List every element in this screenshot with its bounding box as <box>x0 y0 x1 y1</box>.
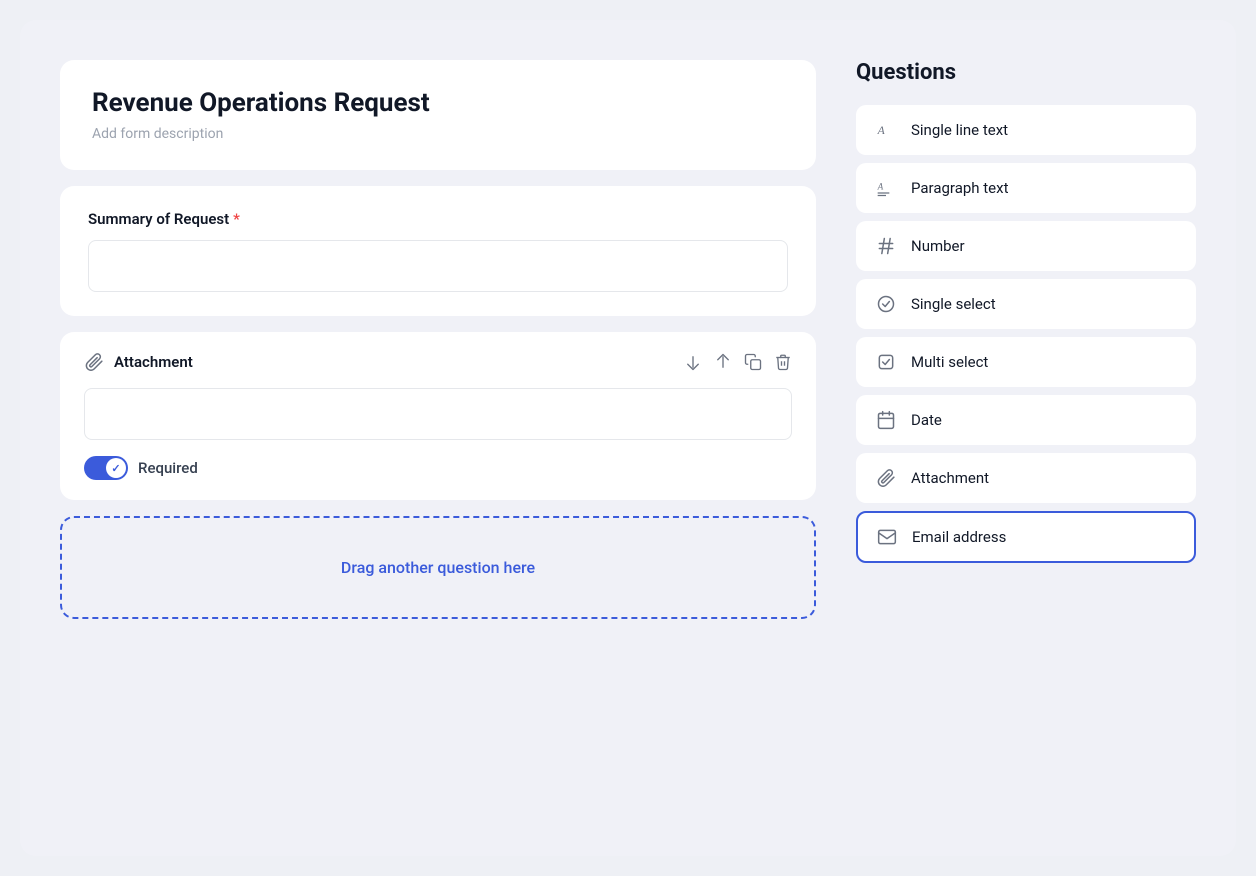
question-item-date[interactable]: Date <box>856 395 1196 445</box>
required-toggle[interactable]: ✓ <box>84 456 128 480</box>
multi-select-icon <box>875 352 897 372</box>
left-panel: Revenue Operations Request Add form desc… <box>60 60 856 816</box>
number-icon <box>875 236 897 256</box>
summary-field-card: Summary of Request * <box>60 186 816 316</box>
paperclip-icon <box>84 352 104 372</box>
attachment-label: Attachment <box>84 352 193 372</box>
right-panel: Questions A Single line text A Paragraph… <box>856 60 1196 816</box>
question-item-single-line-text[interactable]: A Single line text <box>856 105 1196 155</box>
question-item-email-address[interactable]: Email address <box>856 511 1196 563</box>
question-item-multi-select[interactable]: Multi select <box>856 337 1196 387</box>
duplicate-button[interactable] <box>744 353 762 371</box>
attachment-header: Attachment <box>84 352 792 372</box>
question-label-single-line: Single line text <box>911 121 1008 139</box>
required-toggle-row: ✓ Required <box>84 456 792 480</box>
form-header-card: Revenue Operations Request Add form desc… <box>60 60 816 170</box>
question-label-paragraph: Paragraph text <box>911 179 1008 197</box>
single-line-icon: A <box>875 120 897 140</box>
toggle-knob: ✓ <box>106 458 126 478</box>
summary-text-input[interactable] <box>88 240 788 292</box>
question-label-multi-select: Multi select <box>911 353 988 371</box>
question-item-number[interactable]: Number <box>856 221 1196 271</box>
question-label-email: Email address <box>912 528 1006 546</box>
app-container: Revenue Operations Request Add form desc… <box>20 20 1236 856</box>
form-description-placeholder: Add form description <box>92 126 784 142</box>
required-star: * <box>233 210 240 228</box>
attachment-actions <box>684 353 792 371</box>
drag-zone[interactable]: Drag another question here <box>60 516 816 619</box>
question-item-paragraph-text[interactable]: A Paragraph text <box>856 163 1196 213</box>
email-icon <box>876 527 898 547</box>
attachment-card: Attachment <box>60 332 816 500</box>
question-item-attachment[interactable]: Attachment <box>856 453 1196 503</box>
paragraph-icon: A <box>875 178 897 198</box>
form-title: Revenue Operations Request <box>92 88 784 118</box>
move-up-button[interactable] <box>714 353 732 371</box>
delete-button[interactable] <box>774 353 792 371</box>
question-label-single-select: Single select <box>911 295 996 313</box>
question-label-number: Number <box>911 237 965 255</box>
question-item-single-select[interactable]: Single select <box>856 279 1196 329</box>
attachment-input[interactable] <box>84 388 792 440</box>
date-icon <box>875 410 897 430</box>
question-label-date: Date <box>911 411 942 429</box>
summary-field-label: Summary of Request * <box>88 210 788 228</box>
drag-zone-text: Drag another question here <box>341 558 535 577</box>
move-down-button[interactable] <box>684 353 702 371</box>
question-label-attachment: Attachment <box>911 469 989 487</box>
attachment-icon <box>875 468 897 488</box>
questions-title: Questions <box>856 60 1196 85</box>
single-select-icon <box>875 294 897 314</box>
svg-text:A: A <box>877 124 886 137</box>
svg-text:A: A <box>877 182 884 192</box>
required-label: Required <box>138 459 198 477</box>
